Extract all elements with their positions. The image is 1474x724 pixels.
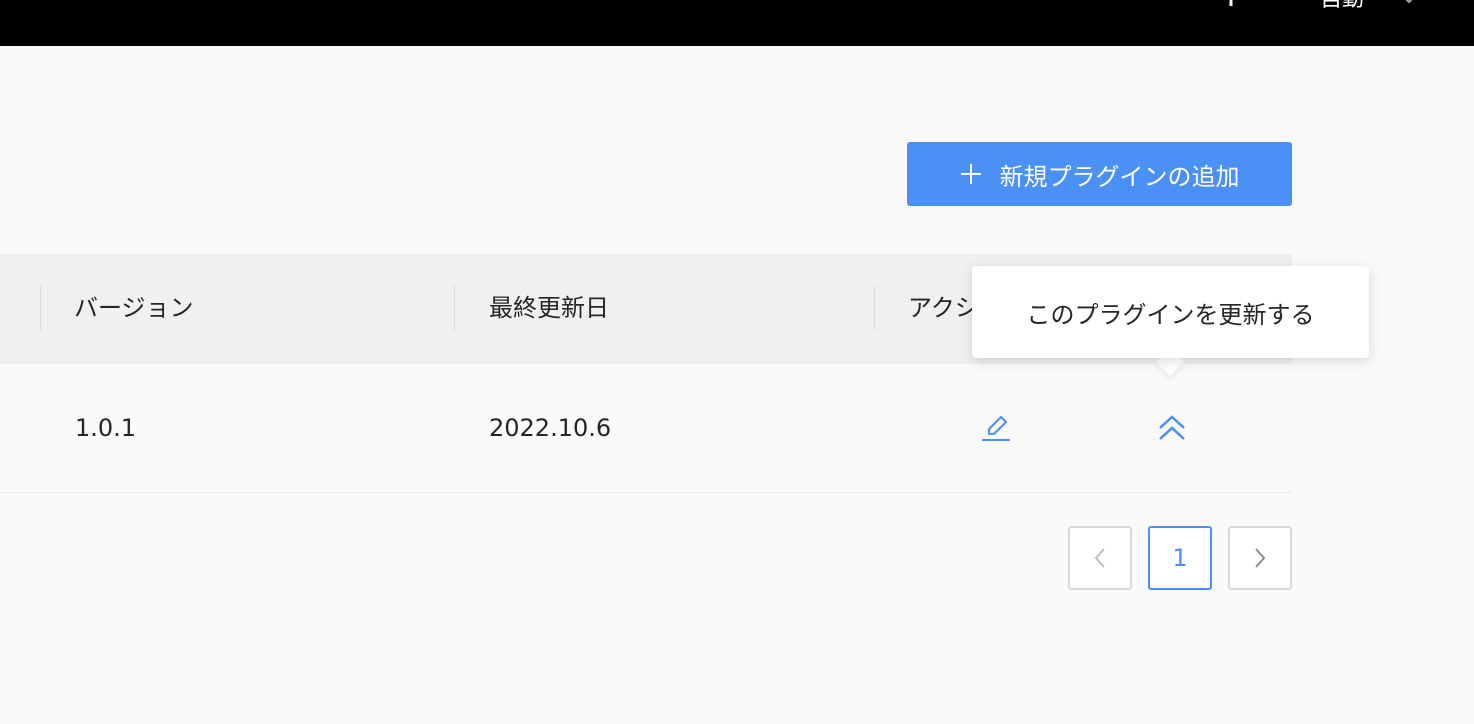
edit-icon[interactable] xyxy=(980,412,1012,444)
column-divider xyxy=(40,286,41,330)
cloud-upload-icon[interactable] xyxy=(1208,0,1254,14)
pagination-page-1[interactable]: 1 xyxy=(1148,526,1212,590)
chevron-right-icon xyxy=(1255,548,1266,568)
pagination-next-button[interactable] xyxy=(1228,526,1292,590)
cell-updated: 2022.10.6 xyxy=(489,414,612,442)
table-row: 1.0.1 2022.10.6 xyxy=(0,364,1292,493)
column-header-updated: 最終更新日 xyxy=(489,294,609,322)
column-divider xyxy=(874,286,875,330)
column-divider xyxy=(454,286,455,330)
column-header-version: バージョン xyxy=(74,294,194,322)
top-bar: 自動 xyxy=(0,0,1474,46)
cell-version: 1.0.1 xyxy=(75,414,137,442)
pagination-prev-button[interactable] xyxy=(1068,526,1132,590)
chevron-left-icon xyxy=(1094,548,1105,568)
page-number: 1 xyxy=(1172,544,1188,572)
plus-icon xyxy=(960,164,981,184)
add-plugin-button[interactable]: 新規プラグインの追加 xyxy=(907,142,1292,206)
update-plugin-tooltip: このプラグインを更新する xyxy=(972,266,1369,358)
tooltip-text: このプラグインを更新する xyxy=(1026,300,1315,329)
language-selector[interactable]: 自動 xyxy=(1320,0,1364,14)
double-chevron-up-icon[interactable] xyxy=(1156,412,1188,444)
chevron-down-icon[interactable] xyxy=(1403,0,1415,4)
add-plugin-button-label: 新規プラグインの追加 xyxy=(999,162,1240,191)
